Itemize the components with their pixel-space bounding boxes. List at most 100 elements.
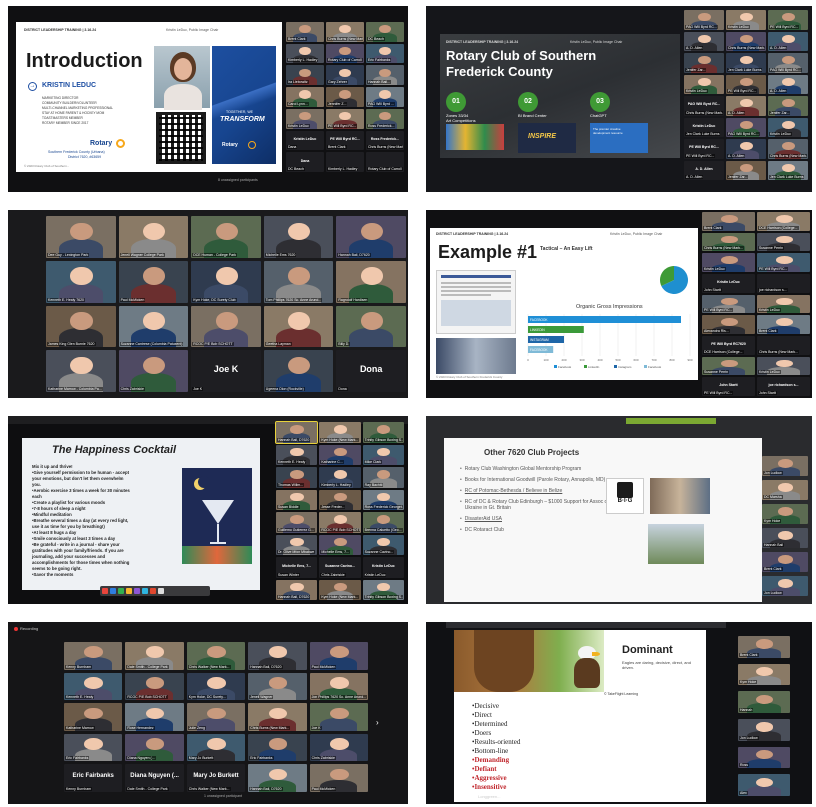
participant-tile[interactable]: Kenny Burnham xyxy=(64,642,123,670)
participant-tile[interactable]: Dale Smith - College Park xyxy=(125,642,184,670)
participant-tile[interactable]: PE Will Byrd RC... xyxy=(326,108,364,129)
participant-tile[interactable]: Julie Zeng xyxy=(186,703,246,731)
participant-tile[interactable]: DCE Human - College Park xyxy=(191,216,261,258)
participant-tile[interactable]: Kristin LeDuc John Startt xyxy=(702,274,755,293)
participant-tile[interactable]: Hannah Bail, D7620 xyxy=(276,579,318,600)
participant-tile[interactable]: A. D. Allen xyxy=(726,139,766,159)
participant-tile[interactable]: Geetha Layman xyxy=(263,305,334,348)
participant-tile[interactable]: Rose Hernandez xyxy=(125,703,184,731)
participant-tile[interactable]: Michelle Ems 7620 xyxy=(263,216,334,258)
participant-tile[interactable]: Hannah Bail... xyxy=(366,65,404,86)
participant-tile[interactable]: Ross xyxy=(738,746,790,769)
participant-tile[interactable]: Dee Guy - Lexington Park xyxy=(46,216,116,258)
participant-tile[interactable]: Eric Fairbanks xyxy=(248,733,307,762)
participant-tile[interactable]: Dona Dona xyxy=(336,350,406,392)
participant-tile[interactable]: Katharine C... xyxy=(319,444,361,465)
participant-tile[interactable]: Jenifer Zar... xyxy=(726,160,766,180)
participant-tile[interactable]: Jenell Wagner xyxy=(248,672,307,701)
participant-tile[interactable]: Thomas Willm... xyxy=(276,467,318,488)
participant-tile[interactable]: Chris Burns (New Mark... xyxy=(248,703,307,731)
next-page-button[interactable]: › xyxy=(376,718,382,728)
participant-tile[interactable]: Brent Clark xyxy=(762,552,808,572)
participant-tile[interactable]: Eric Fairbanks xyxy=(366,43,404,64)
participant-tile[interactable]: DC Beach xyxy=(366,22,404,42)
participant-tile[interactable]: A. D. Allen xyxy=(726,96,766,116)
participant-tile[interactable]: Tom Phillips 7620 Sc. Anne Arund... xyxy=(263,260,334,303)
participant-tile[interactable]: Rotary Club of Carroll xyxy=(366,152,404,172)
participant-tile[interactable]: Kym Hoke xyxy=(738,663,790,686)
project-item-link[interactable]: • DisasterAid USA xyxy=(460,516,610,522)
participant-tile[interactable]: Kristin LeDuc xyxy=(286,108,324,129)
participant-tile[interactable]: Mike Clark xyxy=(362,444,404,465)
participant-tile[interactable]: Eric Fairbanks Kenny Burnham xyxy=(64,764,123,792)
participant-tile[interactable]: Kristin LeDuc Dana xyxy=(286,130,324,151)
participant-tile[interactable]: Kimberly L. Hadley xyxy=(319,467,361,488)
participant-tile[interactable]: Joe K xyxy=(309,703,368,731)
participant-tile[interactable]: Paul McMicken xyxy=(118,260,189,303)
participant-tile[interactable]: Ira Liebowitz xyxy=(286,65,324,86)
participant-tile[interactable]: Susan Biddle xyxy=(276,489,318,510)
participant-tile[interactable]: Hannah Bail, D7620 xyxy=(248,764,307,792)
participant-tile[interactable]: Jon Ludlow xyxy=(738,719,790,741)
participant-tile[interactable]: Kym Hoke, DC Surety... xyxy=(186,672,246,701)
participant-tile[interactable]: PE Will Byrd RC... xyxy=(702,294,755,314)
participant-tile[interactable]: Ray Bachiti xyxy=(362,467,404,488)
participant-tile[interactable]: Chris Burns (New Mark... xyxy=(726,31,766,51)
participant-tile[interactable]: PE Will Byrd RC... xyxy=(726,74,766,94)
participant-tile[interactable]: Suzanne Cavino... Chris Zabriskie xyxy=(319,557,361,578)
participant-tile[interactable]: Hannah Bail, D7620 xyxy=(336,216,406,258)
participant-tile[interactable]: Chris Burns (New Mark... xyxy=(326,22,364,42)
participant-tile[interactable]: Eric Fairbanks xyxy=(64,733,123,762)
participant-tile[interactable]: Kym Hoke xyxy=(762,504,808,524)
participant-tile[interactable]: Paul McMicken xyxy=(309,764,368,792)
participant-tile[interactable]: PE Will Byrd RC... xyxy=(768,10,808,30)
participant-tile[interactable]: Dana DC Beach xyxy=(286,152,324,172)
participant-tile[interactable]: Kristin LeDuc xyxy=(726,10,766,30)
participant-tile[interactable]: Brenna Caluetto (Geo... xyxy=(362,512,404,533)
participant-tile[interactable]: John Startt PE Will Byrd RC... xyxy=(702,377,755,396)
participant-tile[interactable]: Jenifer Zar... xyxy=(684,53,724,73)
participant-tile[interactable]: Katharine Marrow - Columbia Pa... xyxy=(46,350,116,392)
participant-tile[interactable]: joe richardson s... John Startt xyxy=(757,377,810,396)
participant-tile[interactable]: Chris Zabriskie xyxy=(309,733,368,762)
participant-tile[interactable]: Kym Hoke (New Mark... xyxy=(319,422,361,443)
participant-tile[interactable]: Diana Nguyen (... xyxy=(125,733,184,762)
participant-tile[interactable]: Ross Frederick... Chris Burns (New Mark..… xyxy=(366,130,404,151)
participant-tile[interactable]: A. D. Allen xyxy=(768,31,808,51)
participant-tile[interactable]: Kym Hoke (New Mark... xyxy=(319,579,361,600)
participant-tile[interactable]: Ross Frederick Georget... xyxy=(362,489,404,510)
participant-tile[interactable]: Suzanne Cavino... xyxy=(362,534,404,555)
participant-tile[interactable]: Kristin LeDuc xyxy=(684,74,724,94)
participant-tile[interactable]: PAG Will Byrd RC... xyxy=(684,10,724,30)
participant-tile[interactable]: Billy D. xyxy=(336,305,406,348)
participant-tile[interactable]: James King Glen Burnie 7620 xyxy=(46,305,116,348)
participant-tile[interactable]: Susanne Perrin xyxy=(757,232,810,252)
participant-tile[interactable]: Jen Clark Luke Burns xyxy=(726,53,766,73)
participant-tile[interactable]: PE Will Byrd RC7620 DCE Harrison (College… xyxy=(702,336,755,355)
participant-tile[interactable]: PAG Will Byrd ... xyxy=(366,87,404,107)
participant-tile[interactable]: DCE Harrison (College... xyxy=(757,212,810,231)
participant-tile[interactable]: Brent Clark xyxy=(286,22,324,42)
participant-tile[interactable]: Ross Frederick... xyxy=(366,108,404,129)
participant-tile[interactable]: Kristin LeDuc xyxy=(757,356,810,376)
participant-tile[interactable]: Jen Clark Luke Burns xyxy=(768,160,808,180)
participant-tile[interactable]: PE Will Byrd RC... xyxy=(757,253,810,272)
participant-tile[interactable]: Susanne Perrin xyxy=(702,356,755,376)
project-item-link[interactable]: • RC of Potomac-Bethesda / Believe in Bel… xyxy=(460,488,610,494)
participant-tile[interactable]: Hannah xyxy=(738,691,790,713)
participant-tile[interactable]: Jennifer Z... xyxy=(326,87,364,107)
participant-tile[interactable]: Brent Clark xyxy=(738,636,790,658)
participant-tile[interactable]: Dr. Olive Mfon Mbakwe xyxy=(276,534,318,555)
participant-tile[interactable]: Chris Burns (New Mark... xyxy=(768,139,808,159)
participant-tile[interactable]: Jon Phillips 7620 Sc. Anne Arund... xyxy=(309,672,368,701)
participant-tile[interactable]: Gary Zehrer xyxy=(326,65,364,86)
participant-tile[interactable]: Kimberly L. Hadley xyxy=(326,152,364,172)
participant-tile[interactable]: Rotary Club of Carroll xyxy=(326,43,364,64)
participant-tile[interactable]: Jon Ludlow xyxy=(762,576,808,596)
participant-tile[interactable]: Kristin LeDuc xyxy=(702,253,755,272)
participant-tile[interactable]: Brent Clark xyxy=(757,315,810,334)
participant-tile[interactable]: Jon Ludlow xyxy=(762,456,808,476)
participant-tile[interactable]: Brent Clark xyxy=(702,212,755,231)
participant-tile[interactable]: Ugeena Olon (Rockville) xyxy=(263,350,334,392)
participant-tile[interactable]: Chris Burns (New Mark... xyxy=(757,336,810,355)
